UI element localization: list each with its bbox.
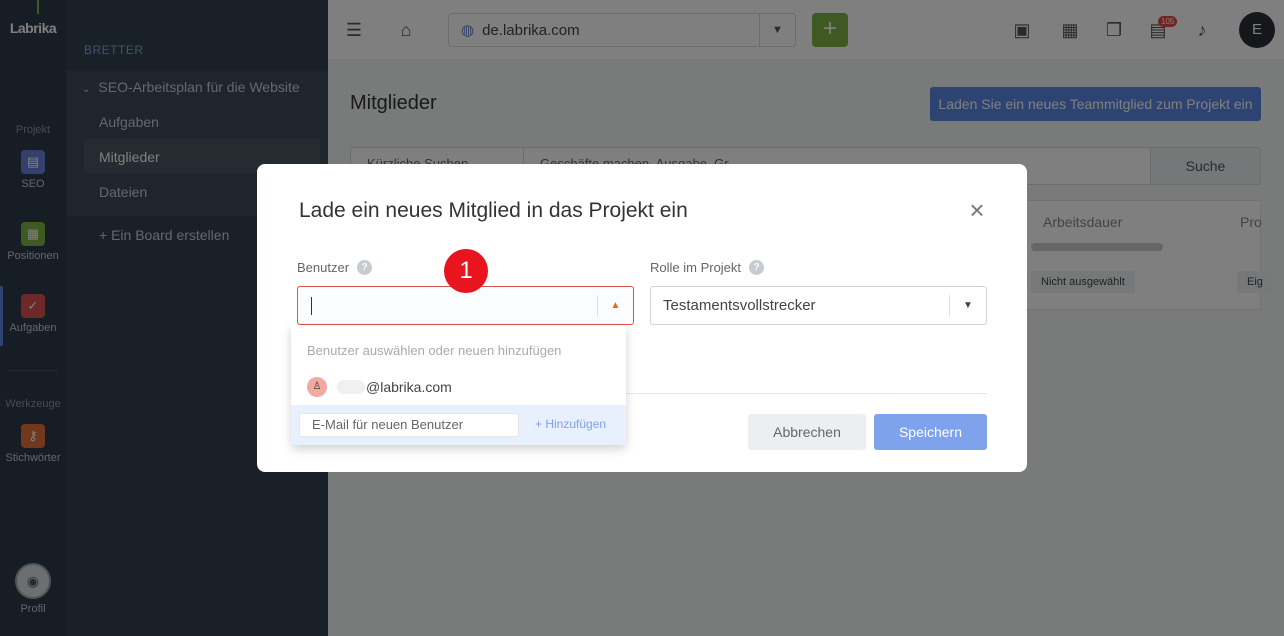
user-dropdown: Benutzer auswählen oder neuen hinzufügen… [291, 325, 626, 445]
role-value: Testamentsvollstrecker [663, 297, 816, 314]
chevron-up-icon[interactable]: ▲ [597, 295, 633, 317]
help-icon[interactable]: ? [749, 260, 765, 275]
text-cursor [311, 297, 312, 315]
role-label-text: Rolle im Projekt [650, 260, 742, 275]
modal-title: Lade ein neues Mitglied in das Projekt e… [299, 199, 688, 222]
cancel-button[interactable]: Abbrechen [748, 414, 866, 450]
save-button[interactable]: Speichern [874, 414, 987, 450]
close-icon[interactable]: × [965, 197, 989, 223]
user-option-email: @labrika.com [366, 379, 452, 395]
user-field-label: Benutzer ? [297, 260, 373, 275]
dropdown-hint: Benutzer auswählen oder neuen hinzufügen [307, 343, 562, 358]
add-user-button[interactable]: + Hinzufügen [535, 417, 606, 431]
user-avatar-icon: ♙ [307, 377, 327, 397]
role-select[interactable]: Testamentsvollstrecker ▼ [650, 286, 987, 325]
add-user-row: E-Mail für neuen Benutzer + Hinzufügen [291, 405, 626, 445]
step-marker: 1 [444, 249, 488, 293]
chevron-down-icon[interactable]: ▼ [949, 295, 986, 317]
new-user-email-input[interactable]: E-Mail für neuen Benutzer [299, 413, 519, 437]
help-icon[interactable]: ? [357, 260, 373, 275]
role-field-label: Rolle im Projekt ? [650, 260, 765, 275]
user-label-text: Benutzer [297, 260, 350, 275]
redacted-name [337, 380, 365, 394]
user-option[interactable]: ♙ @labrika.com [307, 376, 452, 398]
